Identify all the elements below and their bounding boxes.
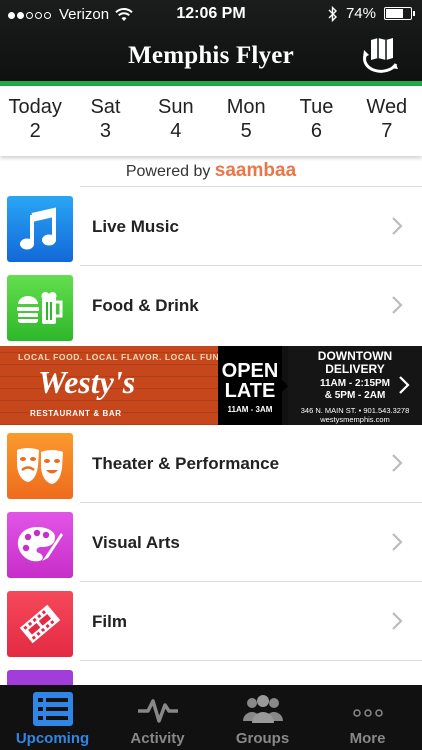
chevron-right-icon xyxy=(392,217,403,235)
battery-icon xyxy=(384,7,415,20)
category-label: Theater & Performance xyxy=(92,454,280,473)
bluetooth-icon xyxy=(328,5,337,22)
chevron-right-icon xyxy=(392,612,403,630)
ad-arrow xyxy=(280,378,288,394)
food-drink-icon xyxy=(17,291,63,324)
category-live-music[interactable]: Live Music xyxy=(0,188,422,266)
category-label: Film xyxy=(92,612,127,631)
category-next-partial[interactable] xyxy=(0,662,422,685)
day-mon[interactable]: Mon 5 xyxy=(211,86,281,156)
live-music-tile xyxy=(7,196,73,262)
powered-by-prefix: Powered by xyxy=(125,163,211,180)
divider xyxy=(80,186,422,187)
divider xyxy=(80,660,422,661)
palette-icon xyxy=(17,527,63,562)
saambaa-logo[interactable]: saambaa xyxy=(215,160,296,181)
tab-label: Activity xyxy=(130,730,185,747)
day-selector: Today 2 Sat 3 Sun 4 Mon 5 Tue 6 Wed 7 xyxy=(0,86,422,156)
tab-label: Groups xyxy=(235,730,290,747)
theater-masks-icon xyxy=(17,448,63,484)
groups-icon xyxy=(243,695,283,723)
theater-tile xyxy=(7,433,73,499)
music-note-icon xyxy=(20,207,56,250)
chevron-right-icon xyxy=(392,296,403,314)
tab-bar: Upcoming Activity Groups More xyxy=(0,685,422,750)
next-category-tile xyxy=(7,670,73,685)
divider xyxy=(80,581,422,582)
westys-ad-banner[interactable]: LOCAL FOOD. LOCAL FLAVOR. LOCAL FUN. Wes… xyxy=(0,346,422,425)
battery-percent: 74% xyxy=(345,5,376,22)
day-today[interactable]: Today 2 xyxy=(0,86,70,156)
category-label: Live Music xyxy=(92,217,179,236)
divider xyxy=(80,265,422,266)
category-label: Visual Arts xyxy=(92,533,180,552)
category-label: Food & Drink xyxy=(92,296,199,315)
tab-more[interactable]: More xyxy=(315,685,420,750)
film-tile xyxy=(7,591,73,657)
day-tue[interactable]: Tue 6 xyxy=(281,86,351,156)
tab-groups[interactable]: Groups xyxy=(210,685,315,750)
tab-activity[interactable]: Activity xyxy=(105,685,210,750)
film-icon xyxy=(19,604,61,644)
day-sun[interactable]: Sun 4 xyxy=(141,86,211,156)
category-visual-arts[interactable]: Visual Arts xyxy=(0,504,422,582)
list-icon xyxy=(33,692,73,726)
map-refresh-button[interactable] xyxy=(360,34,404,74)
activity-pulse-icon xyxy=(138,699,178,723)
category-theater-performance[interactable]: Theater & Performance xyxy=(0,425,422,503)
food-drink-tile xyxy=(7,275,73,341)
ad-tagline: LOCAL FOOD. LOCAL FLAVOR. LOCAL FUN. xyxy=(18,352,223,362)
powered-by: Powered by saambaa xyxy=(0,160,422,188)
category-film[interactable]: Film xyxy=(0,583,422,661)
chevron-right-icon xyxy=(399,376,410,394)
divider xyxy=(80,502,422,503)
more-dots-icon xyxy=(353,709,383,717)
map-refresh-icon xyxy=(363,38,398,73)
day-wed[interactable]: Wed 7 xyxy=(352,86,422,156)
ad-open-late: OPEN LATE 11AM - 3AM xyxy=(218,346,282,425)
tab-label: Upcoming xyxy=(15,730,90,747)
ad-subtitle: RESTAURANT & BAR xyxy=(30,409,122,418)
day-sat[interactable]: Sat 3 xyxy=(70,86,140,156)
chevron-right-icon xyxy=(392,454,403,472)
ad-restaurant-name: Westy's xyxy=(38,364,136,400)
chevron-right-icon xyxy=(392,533,403,551)
visual-arts-tile xyxy=(7,512,73,578)
app-header: Verizon 12:06 PM 74% Memphis Flyer xyxy=(0,0,422,86)
app-title: Memphis Flyer xyxy=(128,42,294,69)
tab-label: More xyxy=(349,730,386,747)
tab-upcoming[interactable]: Upcoming xyxy=(0,685,105,750)
status-bar: Verizon 12:06 PM 74% xyxy=(0,0,422,28)
category-food-drink[interactable]: Food & Drink xyxy=(0,267,422,345)
battery-fill xyxy=(386,9,403,18)
